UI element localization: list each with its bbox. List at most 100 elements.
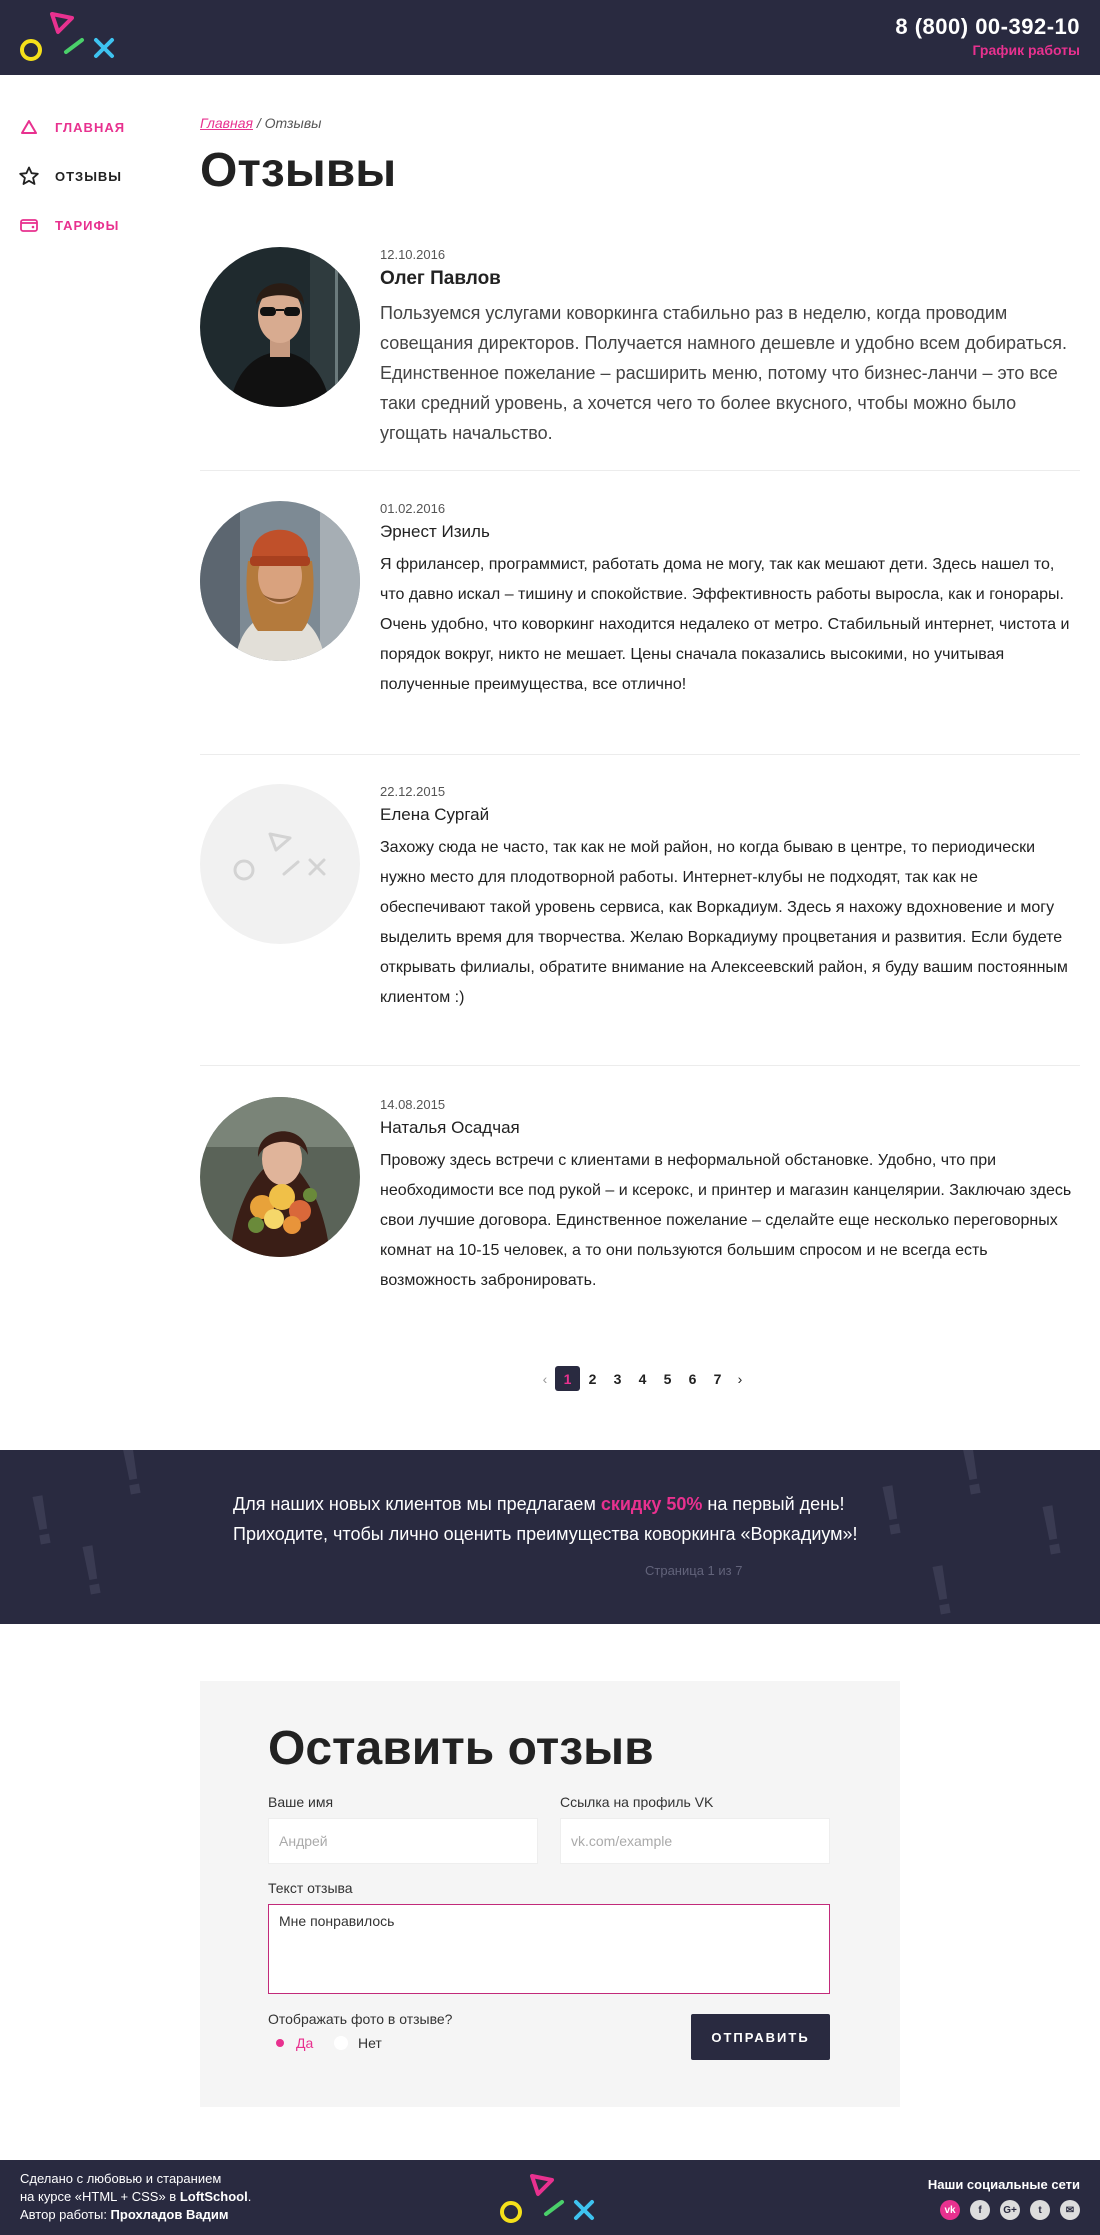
star-icon [18, 165, 40, 187]
review-date: 22.12.2015 [380, 784, 446, 799]
photo-question: Отображать фото в отзыве? [268, 2011, 453, 2027]
page-number-6[interactable]: 6 [680, 1366, 705, 1391]
submit-button[interactable]: ОТПРАВИТЬ [691, 2014, 830, 2060]
page-number-4[interactable]: 4 [630, 1366, 655, 1391]
vk-profile-input[interactable] [560, 1818, 830, 1864]
nav-item-label: Главная [55, 119, 126, 135]
site-header: 8 (800) 00-392-10 График работы [0, 0, 1100, 75]
nav-item-reviews[interactable]: Отзывы [18, 164, 178, 188]
nav-item-home[interactable]: Главная [18, 115, 178, 139]
review-date: 14.08.2015 [380, 1097, 446, 1112]
page-title: Отзывы [200, 144, 397, 197]
social-title: Наши социальные сети [927, 2177, 1080, 2192]
form-title: Оставить отзыв [268, 1722, 654, 1775]
footer-line: на курсе «HTML + CSS» в LoftSchool. [20, 2188, 251, 2206]
review-text-label: Текст отзыва [268, 1880, 353, 1896]
main-content: Главная / Отзывы Отзывы [200, 115, 1080, 198]
photo-yes-radio[interactable]: Да [268, 2035, 313, 2051]
review-author: Эрнест Изиль [380, 522, 490, 541]
pagination-next-icon[interactable]: › [730, 1367, 750, 1391]
page-number-2[interactable]: 2 [580, 1366, 605, 1391]
footer-text-part: Автор работы: [20, 2207, 111, 2222]
vk-icon[interactable]: vk [940, 2200, 960, 2220]
footer-line: Сделано с любовью и старанием [20, 2171, 222, 2186]
name-input[interactable] [268, 1818, 538, 1864]
page-number-7[interactable]: 7 [705, 1366, 730, 1391]
footer-line: Автор работы: Прохладов Вадим [20, 2206, 251, 2224]
breadcrumb: Главная / Отзывы [200, 115, 1080, 131]
exclamation-decor-icon: ! [73, 1529, 110, 1611]
footer-text-part: на курсе «HTML + CSS» в [20, 2189, 180, 2204]
review-author: Олег Павлов [380, 268, 501, 289]
facebook-icon[interactable]: f [970, 2200, 990, 2220]
logo-icon[interactable] [16, 10, 126, 66]
promo-text: Для наших новых клиентов мы предлагаем с… [233, 1489, 873, 1549]
exclamation-decor-icon: ! [1033, 1489, 1070, 1571]
review-item: 12.10.2016 Олег Павлов Пользуемся услуга… [200, 247, 1080, 471]
triangle-icon [18, 116, 40, 138]
breadcrumb-separator: / [256, 115, 261, 131]
radio-label: Да [296, 2035, 314, 2051]
review-date: 12.10.2016 [380, 247, 446, 262]
review-body: 01.02.2016 Эрнест Изиль Я фрилансер, про… [380, 501, 1080, 700]
site-footer: Сделано с любовью и старанием на курсе «… [0, 2160, 1100, 2235]
page-number-1[interactable]: 1 [555, 1366, 580, 1391]
name-label: Ваше имя [268, 1794, 334, 1810]
radio-selected-icon [276, 2039, 284, 2047]
social-links: vk f G+ t ✉ [930, 2200, 1080, 2220]
page-number-3[interactable]: 3 [605, 1366, 630, 1391]
footer-author: Прохладов Вадим [110, 2207, 229, 2222]
avatar [200, 247, 360, 407]
review-text: Пользуемся услугами коворкинга стабильно… [380, 303, 1068, 443]
email-icon[interactable]: ✉ [1060, 2200, 1080, 2220]
review-body: 14.08.2015 Наталья Осадчая Провожу здесь… [380, 1097, 1080, 1296]
review-item: 01.02.2016 Эрнест Изиль Я фрилансер, про… [200, 501, 1080, 755]
review-body: 22.12.2015 Елена Сургай Захожу сюда не ч… [380, 784, 1080, 1013]
review-text-input[interactable]: Мне понравилось [268, 1904, 830, 1994]
exclamation-decor-icon: ! [953, 1450, 990, 1511]
pagination-prev-icon[interactable]: ‹ [535, 1367, 555, 1391]
avatar [200, 1097, 360, 1257]
review-author: Елена Сургай [380, 805, 490, 824]
radio-unselected-icon [334, 2036, 348, 2050]
page-number-5[interactable]: 5 [655, 1366, 680, 1391]
breadcrumb-home-link[interactable]: Главная [200, 115, 253, 131]
placeholder-logo-icon [200, 784, 360, 944]
footer-text-part: . [247, 2189, 252, 2204]
avatar-placeholder [200, 784, 360, 944]
footer-brand: LoftSchool [179, 2189, 248, 2204]
header-phone[interactable]: 8 (800) 00-392-10 [895, 14, 1080, 40]
sidebar-nav: Главная Отзывы Тарифы [18, 115, 178, 262]
nav-item-label: Тарифы [55, 217, 120, 233]
promo-banner: ! ! ! ! ! ! ! Для наших новых клиентов м… [0, 1450, 1100, 1624]
review-text: Я фрилансер, программист, работать дома … [380, 556, 1070, 693]
promo-discount: скидку 50% [600, 1494, 703, 1514]
pagination: ‹ 1 2 3 4 5 6 7 › [535, 1366, 750, 1391]
exclamation-decor-icon: ! [873, 1469, 910, 1551]
review-item: 22.12.2015 Елена Сургай Захожу сюда не ч… [200, 784, 1080, 1066]
twitter-icon[interactable]: t [1030, 2200, 1050, 2220]
vk-label: Ссылка на профиль VK [560, 1794, 714, 1810]
review-text: Захожу сюда не часто, так как не мой рай… [380, 839, 1068, 1006]
wallet-icon [18, 214, 40, 236]
nav-item-label: Отзывы [55, 168, 123, 184]
radio-label: Нет [358, 2035, 382, 2051]
review-item: 14.08.2015 Наталья Осадчая Провожу здесь… [200, 1097, 1080, 1337]
review-text: Провожу здесь встречи с клиентами в нефо… [380, 1152, 1072, 1289]
review-form: Оставить отзыв Ваше имя Ссылка на профил… [200, 1681, 900, 2107]
exclamation-decor-icon: ! [923, 1549, 960, 1624]
footer-credits: Сделано с любовью и старанием на курсе «… [20, 2170, 251, 2224]
nav-item-tariffs[interactable]: Тарифы [18, 213, 178, 237]
review-date: 01.02.2016 [380, 501, 446, 516]
review-author: Наталья Осадчая [380, 1118, 520, 1137]
page-info: Страница 1 из 7 [645, 1563, 743, 1578]
breadcrumb-current: Отзывы [264, 115, 322, 131]
photo-no-radio[interactable]: Нет [330, 2035, 382, 2051]
google-plus-icon[interactable]: G+ [1000, 2200, 1020, 2220]
review-body: 12.10.2016 Олег Павлов Пользуемся услуга… [380, 247, 1080, 448]
work-hours-link[interactable]: График работы [973, 42, 1081, 58]
exclamation-decor-icon: ! [23, 1479, 60, 1561]
footer-logo-icon[interactable] [496, 2172, 606, 2228]
exclamation-decor-icon: ! [113, 1450, 150, 1511]
avatar [200, 501, 360, 661]
